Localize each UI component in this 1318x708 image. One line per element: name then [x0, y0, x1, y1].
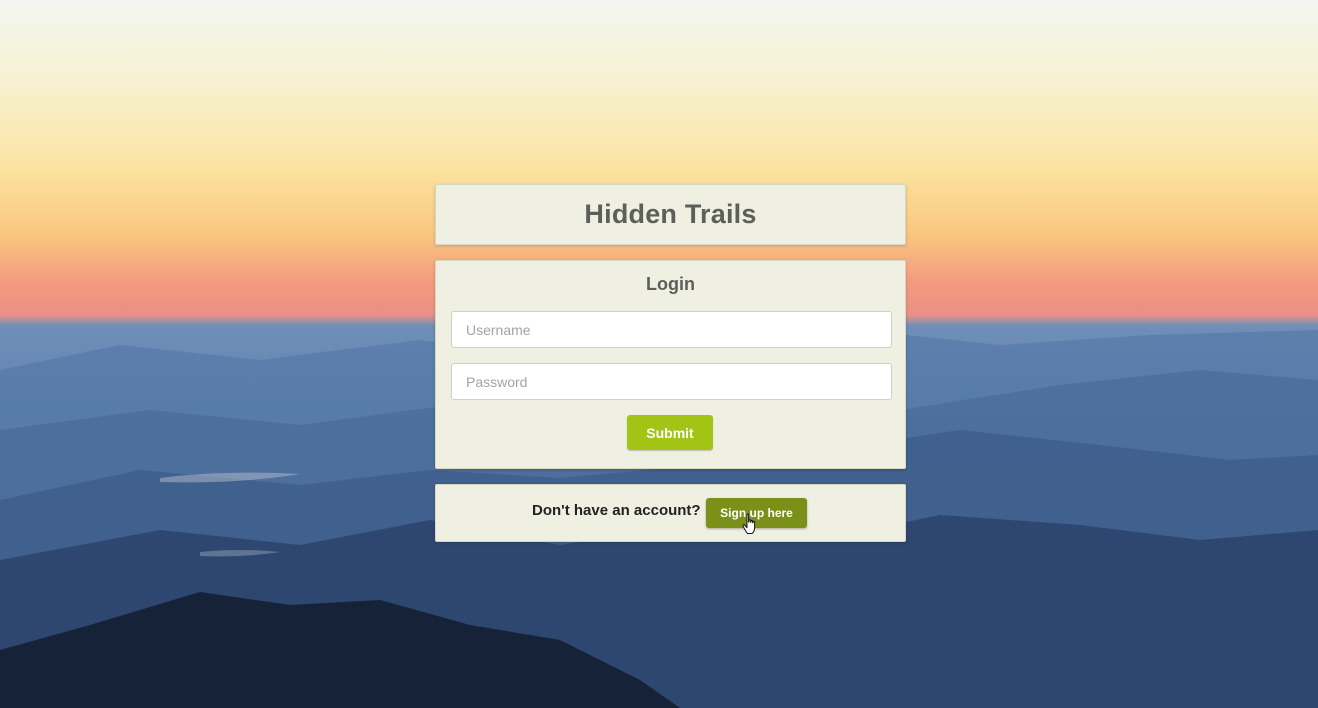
password-input[interactable] — [451, 363, 892, 400]
login-heading: Login — [646, 274, 695, 294]
app-title: Hidden Trails — [584, 199, 757, 229]
signup-prompt: Don't have an account? — [532, 502, 701, 519]
signup-card: Don't have an account? Sign up here — [435, 484, 906, 542]
hand-pointer-icon — [742, 513, 756, 534]
title-card: Hidden Trails — [435, 184, 906, 245]
username-input[interactable] — [451, 311, 892, 348]
submit-button[interactable]: Submit — [627, 415, 713, 450]
login-card: Login Submit — [435, 260, 906, 469]
